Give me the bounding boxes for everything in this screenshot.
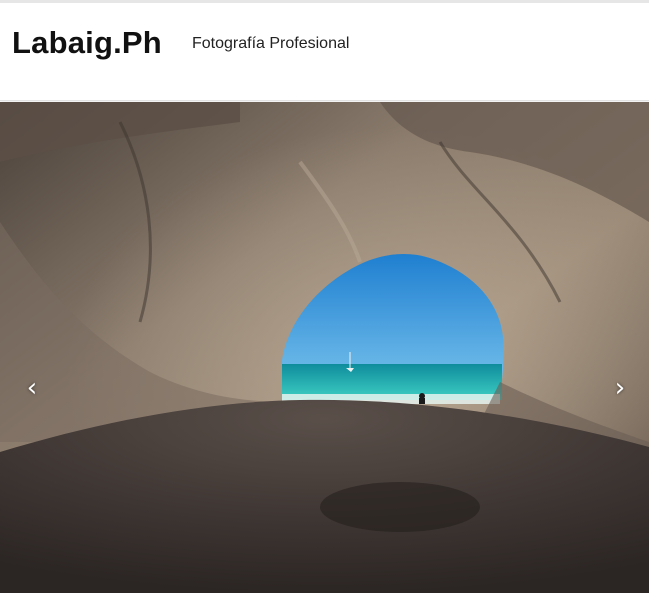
site-tagline: Fotografía Profesional xyxy=(192,35,350,52)
page-bottom xyxy=(0,593,649,607)
image-slider[interactable]: ‹ › xyxy=(0,102,649,593)
site-header: Labaig.Ph Fotografía Profesional xyxy=(0,3,649,101)
chevron-left-icon[interactable]: ‹ xyxy=(18,374,46,402)
chevron-right-icon[interactable]: › xyxy=(606,374,634,402)
site-title-link[interactable]: Labaig.Ph xyxy=(12,25,162,61)
sea-cave-photo xyxy=(0,102,649,593)
